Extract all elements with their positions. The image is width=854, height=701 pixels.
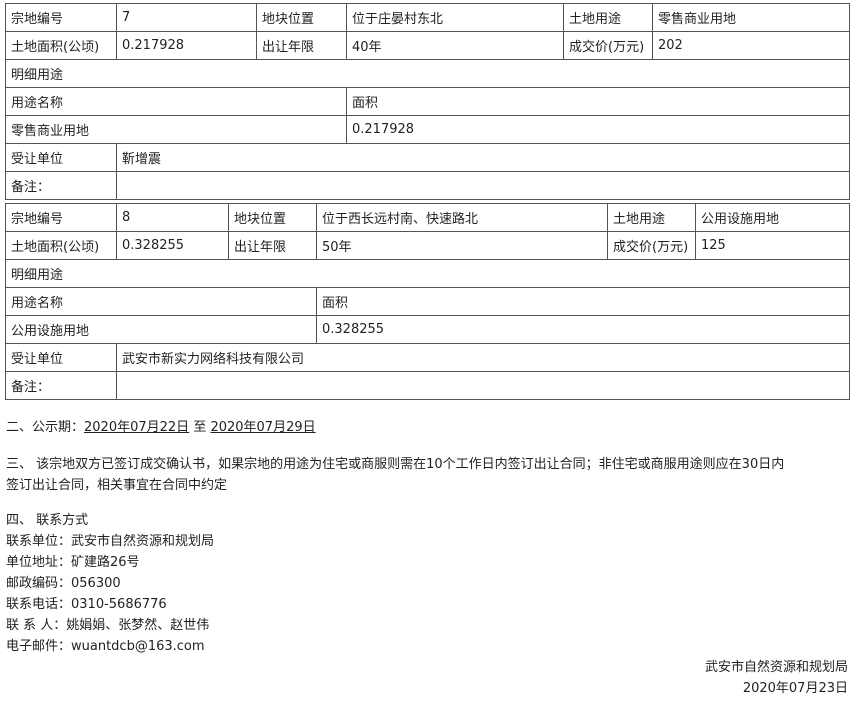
- parcel-buyer: 靳增震: [116, 143, 850, 172]
- table-row: 用途名称 面积: [5, 87, 850, 116]
- parcel-term: 40年: [346, 31, 564, 60]
- notice-connector: 至: [189, 420, 211, 435]
- contact-postcode: 邮政编码：056300: [6, 576, 121, 591]
- label-cell: 受让单位: [5, 343, 117, 372]
- notice-end-date[interactable]: 2020年07月29日: [210, 420, 315, 435]
- table-row: 宗地编号 8 地块位置 位于西长远村南、快速路北 土地用途 公用设施用地: [5, 203, 850, 232]
- parcel-price: 125: [695, 231, 850, 260]
- detail-heading: 明细用途: [5, 259, 850, 288]
- table-row: 宗地编号 7 地块位置 位于庄晏村东北 土地用途 零售商业用地: [5, 3, 850, 32]
- notice-start-date[interactable]: 2020年07月22日: [84, 420, 189, 435]
- label-cell: 成交价(万元): [563, 31, 653, 60]
- label-cell: 地块位置: [256, 3, 347, 32]
- label-cell: 宗地编号: [5, 3, 117, 32]
- contract-note-line-1: 三、 该宗地双方已签订成交确认书，如果宗地的用途为住宅或商服则需在10个工作日内…: [6, 457, 785, 472]
- contact-phone: 联系电话：0310-5686776: [6, 597, 167, 612]
- label-cell: 备注：: [5, 371, 117, 400]
- table-row: 公用设施用地 0.328255: [5, 315, 850, 344]
- parcel-remark: [116, 371, 850, 400]
- table-row: 土地面积(公顷) 0.328255 出让年限 50年 成交价(万元) 125: [5, 231, 850, 260]
- contact-persons: 联 系 人：姚娟娟、张梦然、赵世伟: [6, 618, 210, 633]
- parcel-term: 50年: [316, 231, 608, 260]
- label-cell: 出让年限: [228, 231, 317, 260]
- detail-area-header: 面积: [346, 87, 850, 116]
- detail-name-header: 用途名称: [5, 87, 347, 116]
- detail-area: 0.217928: [346, 115, 850, 144]
- label-cell: 土地用途: [607, 203, 696, 232]
- label-cell: 宗地编号: [5, 203, 117, 232]
- parcel-remark: [116, 171, 850, 200]
- parcel-code: 8: [116, 203, 229, 232]
- contact-email: 电子邮件：wuantdcb@163.com: [6, 639, 205, 654]
- label-cell: 备注：: [5, 171, 117, 200]
- detail-area: 0.328255: [316, 315, 850, 344]
- notice-prefix: 二、公示期：: [6, 420, 85, 435]
- table-row: 明细用途: [5, 59, 850, 88]
- parcel-area: 0.328255: [116, 231, 229, 260]
- parcel-use: 零售商业用地: [652, 3, 850, 32]
- parcel-price: 202: [652, 31, 850, 60]
- parcel-area: 0.217928: [116, 31, 257, 60]
- label-cell: 土地用途: [563, 3, 653, 32]
- parcel-use: 公用设施用地: [695, 203, 850, 232]
- signature-date: 2020年07月23日: [742, 681, 848, 696]
- table-row: 明细用途: [5, 259, 850, 288]
- parcel-table-1: 宗地编号 7 地块位置 位于庄晏村东北 土地用途 零售商业用地 土地面积(公顷)…: [5, 3, 850, 200]
- label-cell: 土地面积(公顷): [5, 31, 117, 60]
- table-row: 零售商业用地 0.217928: [5, 115, 850, 144]
- label-cell: 成交价(万元): [607, 231, 696, 260]
- table-row: 备注：: [5, 171, 850, 200]
- parcel-location: 位于庄晏村东北: [346, 3, 564, 32]
- detail-name-header: 用途名称: [5, 287, 317, 316]
- contact-heading: 四、 联系方式: [6, 513, 89, 528]
- label-cell: 土地面积(公顷): [5, 231, 117, 260]
- notice-period: 二、公示期：2020年07月22日 至 2020年07月29日: [6, 416, 316, 435]
- parcel-table-2: 宗地编号 8 地块位置 位于西长远村南、快速路北 土地用途 公用设施用地 土地面…: [5, 203, 850, 400]
- label-cell: 地块位置: [228, 203, 317, 232]
- detail-heading: 明细用途: [5, 59, 850, 88]
- table-row: 受让单位 武安市新实力网络科技有限公司: [5, 343, 850, 372]
- parcel-buyer: 武安市新实力网络科技有限公司: [116, 343, 850, 372]
- table-row: 土地面积(公顷) 0.217928 出让年限 40年 成交价(万元) 202: [5, 31, 850, 60]
- detail-name: 零售商业用地: [5, 115, 347, 144]
- detail-name: 公用设施用地: [5, 315, 317, 344]
- contact-address: 单位地址：矿建路26号: [6, 555, 140, 570]
- table-row: 用途名称 面积: [5, 287, 850, 316]
- signature-org: 武安市自然资源和规划局: [704, 660, 848, 675]
- table-row: 备注：: [5, 371, 850, 400]
- label-cell: 受让单位: [5, 143, 117, 172]
- parcel-location: 位于西长远村南、快速路北: [316, 203, 608, 232]
- parcel-code: 7: [116, 3, 257, 32]
- contact-unit: 联系单位：武安市自然资源和规划局: [6, 534, 215, 549]
- detail-area-header: 面积: [316, 287, 850, 316]
- contract-note-line-2: 签订出让合同，相关事宜在合同中约定: [6, 478, 228, 493]
- table-row: 受让单位 靳增震: [5, 143, 850, 172]
- label-cell: 出让年限: [256, 31, 347, 60]
